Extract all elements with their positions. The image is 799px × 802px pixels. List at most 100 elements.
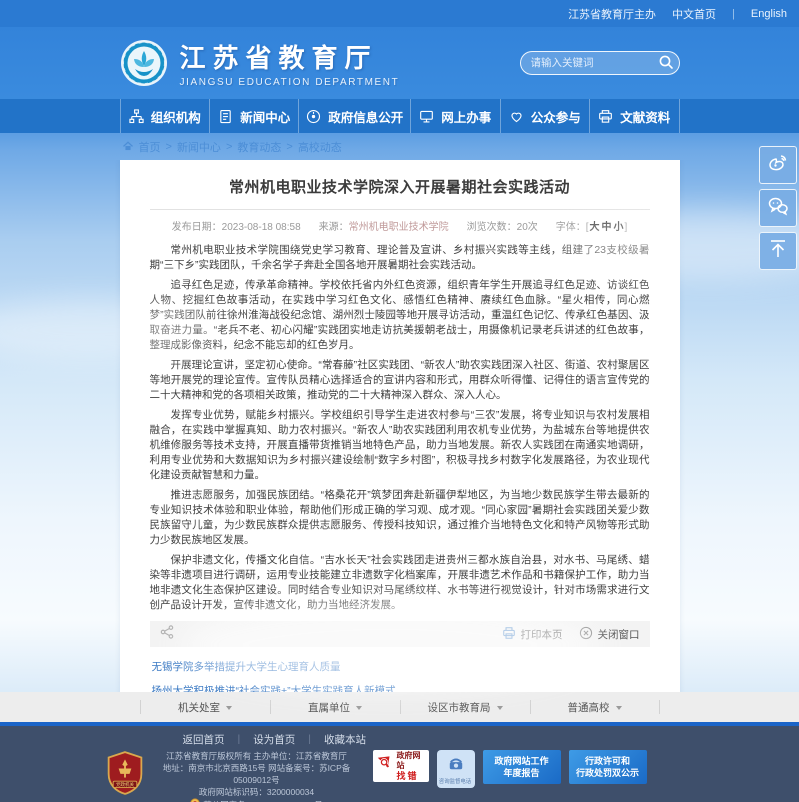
breadcrumb-home[interactable]: 首页 bbox=[139, 139, 161, 155]
jiangsu-education-logo-icon[interactable] bbox=[120, 39, 168, 87]
article-title: 常州机电职业技术学院深入开展暑期社会实践活动 bbox=[150, 176, 650, 197]
nav-item-label: 组织机构 bbox=[151, 107, 201, 126]
printer-icon bbox=[502, 626, 516, 643]
article-source: 来源：常州机电职业技术学院 bbox=[319, 218, 449, 233]
info-disclosure-icon bbox=[306, 109, 321, 124]
breadcrumb-separator: > bbox=[286, 141, 292, 153]
main-nav: 组织机构 新闻中心 政府信息公开 网上办事 bbox=[0, 99, 799, 133]
breadcrumb-college-news[interactable]: 高校动态 bbox=[298, 139, 342, 155]
article-paragraph: 追寻红色足迹，传承革命精神。学校依托省内外红色资源，组织青年学生开展追寻红色足迹… bbox=[150, 278, 650, 353]
topbar-link-chinese-home[interactable]: 中文首页 bbox=[672, 6, 716, 22]
back-to-top-icon bbox=[766, 237, 790, 266]
back-to-top-button[interactable] bbox=[759, 232, 797, 270]
quick-nav-affiliated-units[interactable]: 直属单位 bbox=[270, 700, 400, 714]
search-box bbox=[520, 51, 680, 75]
page: 江苏省教育厅主办 中文首页 | English 江苏省教育厅 bbox=[0, 0, 799, 802]
org-structure-icon bbox=[129, 109, 144, 124]
quick-nav-bar: 机关处室 直属单位 设区市教育局 普通高校 bbox=[0, 692, 799, 722]
site-id-line: 政府网站标识码：3200000034 bbox=[153, 786, 361, 798]
weibo-share-button[interactable] bbox=[759, 146, 797, 184]
footer-text: 江苏省教育厅版权所有 主办单位：江苏省教育厅 地址：南京市北京西路15号 网站备… bbox=[153, 750, 361, 802]
nav-item-label: 新闻中心 bbox=[240, 107, 290, 126]
dual-publicity-badge[interactable]: 行政许可和 行政处罚双公示 bbox=[569, 750, 647, 784]
share-bar: 打印本页 关闭窗口 bbox=[150, 621, 650, 647]
article-paragraph: 保护非遗文化，传播文化自信。“吉水长天”社会实践团走进贵州三都水族自治县，对水书… bbox=[150, 553, 650, 613]
chevron-down-icon bbox=[356, 706, 362, 710]
footer-separator: | bbox=[238, 733, 241, 745]
article-card: 常州机电职业技术学院深入开展暑期社会实践活动 发布日期：2023-08-18 0… bbox=[120, 160, 680, 692]
site-name-english: JIANGSU EDUCATION DEPARTMENT bbox=[180, 77, 400, 88]
publish-date: 发布日期：2023-08-18 08:58 bbox=[172, 218, 301, 233]
gov-site-error-report-badge[interactable]: 政府网站 找错 bbox=[373, 750, 429, 782]
share-icon bbox=[160, 625, 174, 644]
annual-report-badge[interactable]: 政府网站工作 年度报告 bbox=[483, 750, 561, 784]
nav-item-label: 网上办事 bbox=[441, 107, 491, 126]
nav-item-label: 公众参与 bbox=[531, 107, 581, 126]
quick-nav-universities[interactable]: 普通高校 bbox=[530, 700, 660, 714]
topbar-link-host[interactable]: 江苏省教育厅主办 bbox=[568, 6, 656, 22]
footer-link-bookmark[interactable]: 收藏本站 bbox=[324, 732, 366, 747]
chevron-down-icon bbox=[616, 706, 622, 710]
copyright-line: 江苏省教育厅版权所有 主办单位：江苏省教育厅 bbox=[153, 750, 361, 762]
wechat-share-button[interactable] bbox=[759, 189, 797, 227]
footer-link-home[interactable]: 返回首页 bbox=[183, 732, 225, 747]
font-size-switcher: 字体：[大中小] bbox=[556, 218, 628, 233]
related-link[interactable]: 扬州大学积极推进“社会实践+”大学生实践育人新模式 bbox=[152, 683, 648, 692]
home-icon bbox=[122, 140, 134, 155]
breadcrumb: 首页 > 新闻中心 > 教育动态 > 高校动态 bbox=[120, 133, 680, 160]
nav-item-info-disclosure[interactable]: 政府信息公开 bbox=[298, 99, 410, 133]
breadcrumb-separator: > bbox=[226, 141, 232, 153]
share-button[interactable] bbox=[160, 625, 174, 644]
content-area: 常州机电职业技术学院深入开展暑期社会实践活动 发布日期：2023-08-18 0… bbox=[0, 160, 799, 692]
weibo-icon bbox=[766, 151, 790, 180]
security-record-line: 苏公网安备 32010602010875号 bbox=[190, 798, 323, 802]
supervision-phone-badge[interactable]: 咨询监督电话 bbox=[437, 750, 475, 788]
chevron-down-icon bbox=[226, 706, 232, 710]
wechat-icon bbox=[766, 194, 790, 223]
article-paragraph: 发挥专业优势，赋能乡村振兴。学校组织引导学生走进农村参与“三农”发展，将专业知识… bbox=[150, 408, 650, 483]
nav-item-public-participation[interactable]: 公众参与 bbox=[500, 99, 589, 133]
gov-shield-badge-icon[interactable]: 党政机关 bbox=[105, 750, 145, 801]
find-error-magnifier-icon bbox=[376, 755, 394, 778]
related-links: 无锡学院多举措提升大学生心理育人质量 扬州大学积极推进“社会实践+”大学生实践育… bbox=[150, 647, 650, 692]
svg-text:党政机关: 党政机关 bbox=[115, 781, 134, 788]
footer-links: 返回首页 | 设为首页 | 收藏本站 bbox=[105, 731, 695, 747]
article-paragraph: 推进志愿服务，加强民族团结。“格桑花开”筑梦团奔赴新疆伊犁地区，为当地少数民族学… bbox=[150, 488, 650, 548]
close-circle-icon bbox=[579, 626, 593, 643]
chevron-down-icon bbox=[497, 706, 503, 710]
article-paragraph: 开展理论宣讲，坚定初心使命。“常春藤”社区实践团、“新农人”助农实践团深入社区、… bbox=[150, 358, 650, 403]
nav-item-online-service[interactable]: 网上办事 bbox=[410, 99, 499, 133]
close-window-button[interactable]: 关闭窗口 bbox=[579, 626, 640, 643]
font-size-small[interactable]: 小 bbox=[614, 222, 624, 233]
breadcrumb-separator: > bbox=[166, 141, 172, 153]
nav-item-label: 政府信息公开 bbox=[328, 107, 403, 126]
phone-icon bbox=[447, 755, 465, 776]
site-name: 江苏省教育厅 bbox=[180, 38, 400, 75]
article-body: 常州机电职业技术学院围绕党史学习教育、理论普及宣讲、乡村振兴实践等主线，组建了2… bbox=[150, 243, 650, 613]
topbar-link-english[interactable]: English bbox=[751, 8, 787, 20]
nav-item-documents[interactable]: 文献资料 bbox=[589, 99, 679, 133]
print-page-button[interactable]: 打印本页 bbox=[502, 626, 563, 643]
police-emblem-icon bbox=[190, 798, 200, 802]
nav-item-news[interactable]: 新闻中心 bbox=[209, 99, 298, 133]
footer-link-set-home[interactable]: 设为首页 bbox=[253, 732, 295, 747]
site-header: 江苏省教育厅 JIANGSU EDUCATION DEPARTMENT bbox=[0, 27, 799, 99]
font-size-large[interactable]: 大 bbox=[590, 222, 600, 233]
breadcrumb-news-center[interactable]: 新闻中心 bbox=[177, 139, 221, 155]
quick-nav-city-bureaus[interactable]: 设区市教育局 bbox=[400, 700, 530, 714]
view-count: 浏览次数：20次 bbox=[467, 218, 538, 233]
topbar-separator: | bbox=[732, 8, 735, 20]
search-button[interactable] bbox=[657, 54, 675, 72]
nav-item-organization[interactable]: 组织机构 bbox=[120, 99, 209, 133]
quick-nav-departments[interactable]: 机关处室 bbox=[140, 700, 270, 714]
related-link[interactable]: 无锡学院多举措提升大学生心理育人质量 bbox=[152, 659, 648, 674]
news-icon bbox=[218, 109, 233, 124]
public-participation-icon bbox=[509, 109, 524, 124]
breadcrumb-education-news[interactable]: 教育动态 bbox=[237, 139, 281, 155]
documents-icon bbox=[598, 109, 613, 124]
site-title: 江苏省教育厅 JIANGSU EDUCATION DEPARTMENT bbox=[180, 38, 400, 88]
nav-item-label: 文献资料 bbox=[620, 107, 670, 126]
footer-separator: | bbox=[308, 733, 311, 745]
search-input[interactable] bbox=[531, 57, 657, 69]
font-size-medium[interactable]: 中 bbox=[602, 222, 612, 233]
